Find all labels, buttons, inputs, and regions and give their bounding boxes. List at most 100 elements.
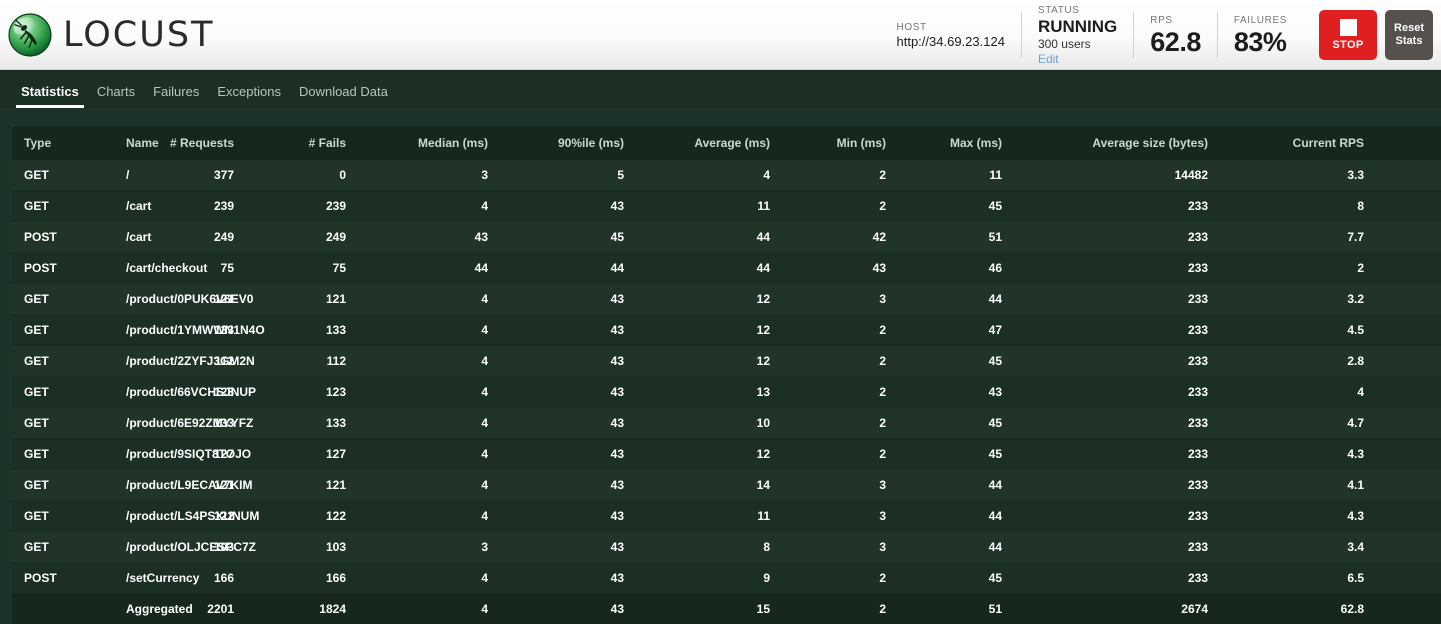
cell-max: 11: [898, 160, 1014, 191]
cell-rps: 7.7: [1220, 222, 1376, 253]
table-row[interactable]: GET/product/66VCHSJNUP123123443132432334…: [12, 377, 1441, 408]
cell-fails: 121: [246, 284, 358, 315]
col-header-median[interactable]: Median (ms): [358, 126, 500, 160]
cell-max: 51: [898, 594, 1014, 624]
col-header-current-rps[interactable]: Current RPS: [1220, 126, 1376, 160]
cell-p90: 45: [500, 222, 636, 253]
cell-failures-s: 2: [1376, 253, 1441, 284]
col-header-max[interactable]: Max (ms): [898, 126, 1014, 160]
stat-status: STATUS RUNNING 300 users Edit: [1021, 12, 1133, 58]
col-header-fails[interactable]: # Fails: [246, 126, 358, 160]
table-row[interactable]: GET/product/L9ECAV7KIM121121443143442334…: [12, 470, 1441, 501]
statistics-table: Type Name # Requests # Fails Median (ms)…: [12, 126, 1441, 624]
col-header-min[interactable]: Min (ms): [782, 126, 898, 160]
cell-rps: 4.1: [1220, 470, 1376, 501]
cell-average: 9: [636, 563, 782, 594]
main-nav: Statistics Charts Failures Exceptions Do…: [0, 70, 1441, 108]
rps-value: 62.8: [1150, 27, 1201, 57]
table-row-aggregated[interactable]: Aggregated2201182444315251267462.859.5: [12, 594, 1441, 624]
edit-users-link[interactable]: Edit: [1038, 52, 1117, 67]
cell-p90: 43: [500, 532, 636, 563]
table-row[interactable]: POST/cart/checkout7575444444434623322: [12, 253, 1441, 284]
cell-failures-s: 4.3: [1376, 439, 1441, 470]
cell-rps: 62.8: [1220, 594, 1376, 624]
statistics-table-container: Type Name # Requests # Fails Median (ms)…: [0, 108, 1441, 624]
table-row[interactable]: GET/product/2ZYFJ3GM2N112112443122452332…: [12, 346, 1441, 377]
cell-p90: 44: [500, 253, 636, 284]
col-header-average[interactable]: Average (ms): [636, 126, 782, 160]
tab-charts[interactable]: Charts: [88, 84, 144, 108]
cell-failures-s: 3.4: [1376, 532, 1441, 563]
cell-average: 14: [636, 470, 782, 501]
cell-avg-size: 233: [1014, 191, 1220, 222]
cell-min: 2: [782, 439, 898, 470]
cell-avg-size: 233: [1014, 501, 1220, 532]
cell-average: 11: [636, 501, 782, 532]
cell-fails: 0: [246, 160, 358, 191]
cell-p90: 43: [500, 594, 636, 624]
tab-download-data[interactable]: Download Data: [290, 84, 397, 108]
col-header-type[interactable]: Type: [12, 126, 114, 160]
cell-avg-size: 233: [1014, 346, 1220, 377]
cell-avg-size: 233: [1014, 408, 1220, 439]
stat-rps: RPS 62.8: [1133, 12, 1217, 58]
cell-median: 4: [358, 439, 500, 470]
cell-fails: 166: [246, 563, 358, 594]
app-header: LOCUST HOST http://34.69.23.124 STATUS R…: [0, 0, 1441, 70]
table-row[interactable]: GET/cart2392394431124523388: [12, 191, 1441, 222]
cell-min: 3: [782, 501, 898, 532]
col-header-current-failures[interactable]: Current Failures/s: [1376, 126, 1441, 160]
cell-type: GET: [12, 191, 114, 222]
col-header-p90[interactable]: 90%ile (ms): [500, 126, 636, 160]
cell-avg-size: 233: [1014, 253, 1220, 284]
stop-button[interactable]: STOP: [1319, 10, 1377, 60]
cell-average: 10: [636, 408, 782, 439]
cell-failures-s: 4: [1376, 377, 1441, 408]
cell-p90: 43: [500, 191, 636, 222]
stat-host: HOST http://34.69.23.124: [881, 12, 1021, 58]
col-header-avg-size[interactable]: Average size (bytes): [1014, 126, 1220, 160]
table-row[interactable]: GET/product/0PUK6V6EV0121121443123442333…: [12, 284, 1441, 315]
cell-fails: 122: [246, 501, 358, 532]
table-row[interactable]: GET/product/OLJCESPC7Z10310334383442333.…: [12, 532, 1441, 563]
cell-average: 12: [636, 284, 782, 315]
cell-failures-s: 0: [1376, 160, 1441, 191]
cell-rps: 6.5: [1220, 563, 1376, 594]
cell-min: 43: [782, 253, 898, 284]
cell-p90: 43: [500, 315, 636, 346]
cell-median: 43: [358, 222, 500, 253]
table-row[interactable]: POST/cart24924943454442512337.77.7: [12, 222, 1441, 253]
table-row[interactable]: POST/setCurrency16616644392452336.56.5: [12, 563, 1441, 594]
cell-rps: 3.2: [1220, 284, 1376, 315]
cell-min: 2: [782, 315, 898, 346]
table-row[interactable]: GET/3770354211144823.30: [12, 160, 1441, 191]
cell-failures-s: 4.5: [1376, 315, 1441, 346]
tab-failures[interactable]: Failures: [144, 84, 208, 108]
status-label: STATUS: [1038, 4, 1117, 17]
tab-statistics[interactable]: Statistics: [12, 84, 88, 108]
cell-min: 2: [782, 346, 898, 377]
header-buttons: STOP Reset Stats: [1303, 10, 1433, 60]
failures-value: 83%: [1234, 27, 1287, 57]
cell-failures-s: 4.1: [1376, 470, 1441, 501]
table-row[interactable]: GET/product/1YMWWN1N4O133133443122472334…: [12, 315, 1441, 346]
cell-type: GET: [12, 501, 114, 532]
header-stats: HOST http://34.69.23.124 STATUS RUNNING …: [881, 0, 1434, 70]
cell-max: 43: [898, 377, 1014, 408]
cell-p90: 43: [500, 408, 636, 439]
table-row[interactable]: GET/product/LS4PSXUNUM122122443113442334…: [12, 501, 1441, 532]
cell-max: 51: [898, 222, 1014, 253]
tab-exceptions[interactable]: Exceptions: [208, 84, 290, 108]
reset-stats-button[interactable]: Reset Stats: [1385, 10, 1433, 60]
cell-avg-size: 233: [1014, 377, 1220, 408]
cell-failures-s: 4.7: [1376, 408, 1441, 439]
brand: LOCUST: [0, 11, 214, 59]
table-row[interactable]: GET/product/9SIQT8TOJO127127443122452334…: [12, 439, 1441, 470]
cell-median: 4: [358, 470, 500, 501]
cell-average: 11: [636, 191, 782, 222]
cell-type: [12, 594, 114, 624]
cell-max: 45: [898, 346, 1014, 377]
table-row[interactable]: GET/product/6E92ZMYYFZ133133443102452334…: [12, 408, 1441, 439]
cell-max: 44: [898, 470, 1014, 501]
cell-fails: 103: [246, 532, 358, 563]
